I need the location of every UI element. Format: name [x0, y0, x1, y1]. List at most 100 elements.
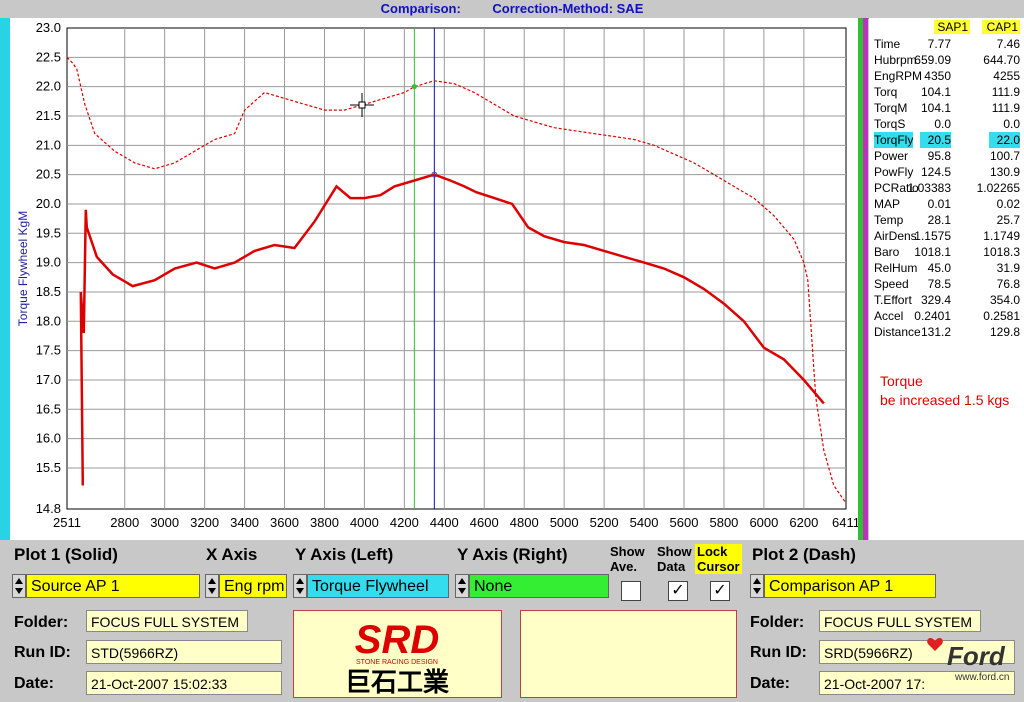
readout-name: TorqFly [874, 132, 914, 148]
x-tick-label: 6200 [789, 515, 818, 530]
y-tick-label: 14.8 [36, 501, 61, 516]
yaxis-left-spinner[interactable] [293, 574, 307, 598]
readout-value-sap1: 4350 [924, 69, 951, 83]
right-magenta-strip [863, 18, 868, 540]
x-tick-label: 4800 [510, 515, 539, 530]
left-runid-field: STD(5966RZ) [86, 640, 282, 664]
y-tick-label: 16.5 [36, 401, 61, 416]
readout-value-sap1: 0.01 [927, 197, 951, 211]
x-tick-label: 4000 [350, 515, 379, 530]
plot-frame [66, 27, 847, 510]
y-axis-title: Torque Flywheel KgM [16, 211, 30, 326]
left-folder-label: Folder: [14, 614, 69, 631]
logo-box: SRD STONE RACING DESIGN 巨石工業 [293, 610, 502, 698]
readout-value-cap1: 25.7 [996, 213, 1020, 227]
right-folder-field: FOCUS FULL SYSTEM [819, 610, 981, 632]
show-data-checkbox[interactable]: ✓ [668, 581, 688, 601]
readout-value-cap1: 644.70 [983, 53, 1020, 67]
xaxis-spinner[interactable] [205, 574, 219, 598]
left-runid-label: Run ID: [14, 644, 71, 661]
readout-value-cap1: 76.8 [996, 277, 1020, 291]
note-line-1: Torque [880, 373, 923, 389]
readout-name: Accel [874, 309, 904, 323]
x-tick-label: 3200 [190, 515, 219, 530]
readout-value-cap1: 354.0 [989, 293, 1020, 307]
right-date-label: Date: [750, 675, 791, 692]
left-folder-field: FOCUS FULL SYSTEM [86, 610, 248, 632]
srd-logo: SRD STONE RACING DESIGN 巨石工業 [345, 618, 449, 697]
y-tick-label: 23.0 [36, 20, 61, 35]
readout-value-cap1: 111.9 [991, 85, 1020, 99]
readout-value-cap1: 1018.3 [983, 245, 1020, 259]
xaxis-select[interactable]: Eng rpm [219, 574, 287, 598]
plot1-source-select[interactable]: Source AP 1 [26, 574, 200, 598]
x-tick-label: 3400 [230, 515, 259, 530]
annotation-note: Torque be increased 1.5 kgs [880, 372, 1009, 410]
readout-row-powfly: PowFly 124.5 130.9 [869, 164, 1024, 180]
x-tick-label: 5000 [550, 515, 579, 530]
readout-value-sap1: 659.09 [914, 53, 951, 67]
x-tick-label: 3600 [270, 515, 299, 530]
readout-value-sap1: 329.4 [920, 293, 951, 307]
readout-header-cap1: CAP1 [982, 20, 1020, 34]
readout-name: Time [874, 37, 901, 51]
readout-value-cap1: 0.0 [1003, 117, 1020, 131]
lock-cursor-checkbox[interactable]: ✓ [710, 581, 730, 601]
y-tick-label: 17.0 [36, 372, 61, 387]
readout-row-accel: Accel 0.2401 0.2581 [869, 308, 1024, 324]
x-tick-label: 2511 [53, 515, 81, 530]
watermark-brand: Ford [947, 641, 1006, 671]
readout-value-cap1: 0.02 [996, 197, 1020, 211]
readout-value-sap1: 0.0 [934, 117, 951, 131]
yaxis-right-label: Y Axis (Right) [457, 545, 568, 564]
y-tick-label: 15.5 [36, 460, 61, 475]
right-runid-label: Run ID: [750, 644, 807, 661]
plot2-source-select[interactable]: Comparison AP 1 [764, 574, 936, 598]
yaxis-left-select[interactable]: Torque Flywheel [307, 574, 449, 598]
y-tick-label: 21.0 [36, 137, 61, 152]
chart-area[interactable]: 2511 2800 3000 3200 3400 3600 3800 4000 4200 4400… [0, 18, 866, 540]
lock-cursor-label: Lock Cursor [695, 544, 742, 574]
note-line-2: be increased 1.5 kgs [880, 392, 1010, 408]
readout-value-sap1: 1.1575 [914, 229, 951, 243]
readout-value-sap1: 1.03383 [907, 181, 951, 195]
readout-name: AirDens [874, 229, 917, 243]
plot2-spinner[interactable] [750, 574, 764, 598]
readout-row-torqfly: TorqFly 20.5 22.0 [869, 132, 1024, 148]
readout-header-sap1: SAP1 [934, 20, 970, 34]
title-bar: Comparison: Correction-Method: SAE [0, 0, 1024, 19]
show-data-label: Show Data [657, 544, 692, 574]
watermark-site: www.ford.cn [954, 672, 1009, 683]
readout-name: Hubrpm [874, 53, 917, 67]
logo-brand: SRD [355, 618, 439, 662]
x-tick-label: 2800 [110, 515, 139, 530]
crosshair-icon [358, 101, 366, 109]
x-tick-label: 5800 [709, 515, 738, 530]
readout-value-sap1: 20.5 [919, 132, 951, 148]
y-tick-label: 17.5 [36, 343, 61, 358]
readout-value-cap1: 1.1749 [983, 229, 1020, 243]
readout-row-hubrpm: Hubrpm 659.09 644.70 [869, 52, 1024, 68]
yaxis-right-select[interactable]: None [469, 574, 609, 598]
readout-row-torq: Torq 104.1 111.9 [869, 84, 1024, 100]
readout-name: RelHum [874, 261, 918, 275]
readout-value-sap1: 131.2 [920, 325, 951, 339]
left-scroll-strip[interactable] [0, 18, 10, 540]
x-tick-label: 3000 [150, 515, 179, 530]
readout-value-cap1: 22.0 [988, 132, 1020, 148]
y-tick-label: 18.0 [36, 313, 61, 328]
show-ave-checkbox[interactable] [621, 581, 641, 601]
yaxis-right-spinner[interactable] [455, 574, 469, 598]
plot1-spinner[interactable] [12, 574, 26, 598]
x-tick-label: 5400 [630, 515, 659, 530]
heart-icon: Ford www.ford.cn [927, 637, 1009, 683]
x-tick-label: 5200 [590, 515, 619, 530]
readout-name: Temp [874, 213, 904, 227]
readout-value-sap1: 45.0 [927, 261, 951, 275]
torque-chart[interactable]: 2511 2800 3000 3200 3400 3600 3800 4000 4200 4400… [0, 18, 866, 540]
readout-value-cap1: 31.9 [996, 261, 1020, 275]
readout-value-cap1: 111.9 [991, 101, 1020, 115]
readout-name: Baro [874, 245, 900, 259]
readout-name: Power [874, 149, 909, 163]
readout-name: EngRPM [874, 69, 923, 83]
